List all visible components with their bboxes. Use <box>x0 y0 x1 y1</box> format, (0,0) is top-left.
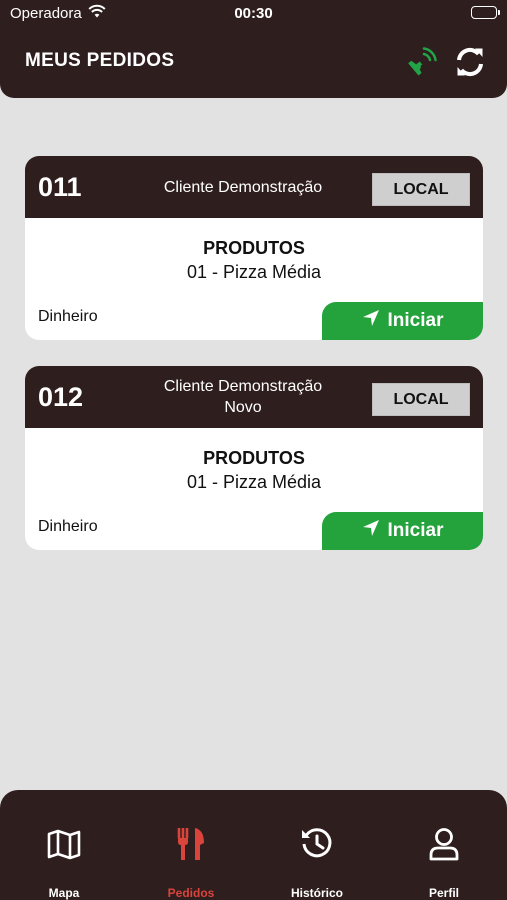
nav-item-historico[interactable]: Histórico <box>262 790 372 900</box>
product-item: 01 - Pizza Média <box>186 262 322 282</box>
bottom-navigation: Mapa Pedidos Histórico Perfil <box>0 790 507 900</box>
order-card[interactable]: 011 Cliente Demonstração LOCAL PRODUTOS … <box>25 156 483 340</box>
products-heading: PRODUTOS <box>203 238 305 258</box>
payment-method: Dinheiro <box>38 308 98 325</box>
page-title: MEUS PEDIDOS <box>25 50 175 71</box>
nav-label: Mapa <box>48 886 80 900</box>
navigation-arrow-icon <box>362 309 380 333</box>
delivery-type-badge: LOCAL <box>372 383 470 416</box>
client-name: Cliente Demonstração <box>163 178 323 196</box>
client-name: Cliente Demonstração <box>163 378 323 395</box>
history-icon <box>299 826 335 862</box>
battery-icon <box>471 6 500 19</box>
fork-knife-icon <box>173 826 209 862</box>
start-order-label: Iniciar <box>387 310 444 331</box>
nav-item-mapa[interactable]: Mapa <box>9 790 119 900</box>
start-order-button[interactable]: Iniciar <box>322 512 483 550</box>
order-card[interactable]: 012 Cliente Demonstração Novo LOCAL PROD… <box>25 366 483 550</box>
products-heading: PRODUTOS <box>203 448 305 468</box>
map-icon <box>46 826 82 862</box>
status-bar: Operadora 00:30 <box>0 0 507 28</box>
start-order-label: Iniciar <box>387 520 444 541</box>
navigation-arrow-icon <box>362 519 380 543</box>
nav-label: Histórico <box>290 886 343 900</box>
client-tag: Novo <box>224 399 262 416</box>
nav-label: Pedidos <box>167 886 215 900</box>
start-order-button[interactable]: Iniciar <box>322 302 483 340</box>
nav-item-perfil[interactable]: Perfil <box>389 790 499 900</box>
order-number: 011 <box>38 172 82 202</box>
product-item: 01 - Pizza Média <box>186 472 322 492</box>
gps-signal-icon[interactable] <box>404 46 438 85</box>
status-time: 00:30 <box>234 5 273 22</box>
order-card-header: 011 Cliente Demonstração LOCAL <box>25 156 483 218</box>
order-number: 012 <box>38 382 84 412</box>
payment-method: Dinheiro <box>38 518 98 535</box>
refresh-icon[interactable] <box>455 46 485 83</box>
nav-item-pedidos[interactable]: Pedidos <box>136 790 246 900</box>
user-icon <box>426 826 462 862</box>
app-header: Operadora 00:30 MEUS PEDIDOS <box>0 0 507 98</box>
delivery-type-badge: LOCAL <box>372 173 470 206</box>
nav-label: Perfil <box>428 886 459 900</box>
client-info: Cliente Demonstração Novo <box>133 366 353 428</box>
client-info: Cliente Demonstração <box>133 156 353 218</box>
order-card-header: 012 Cliente Demonstração Novo LOCAL <box>25 366 483 428</box>
